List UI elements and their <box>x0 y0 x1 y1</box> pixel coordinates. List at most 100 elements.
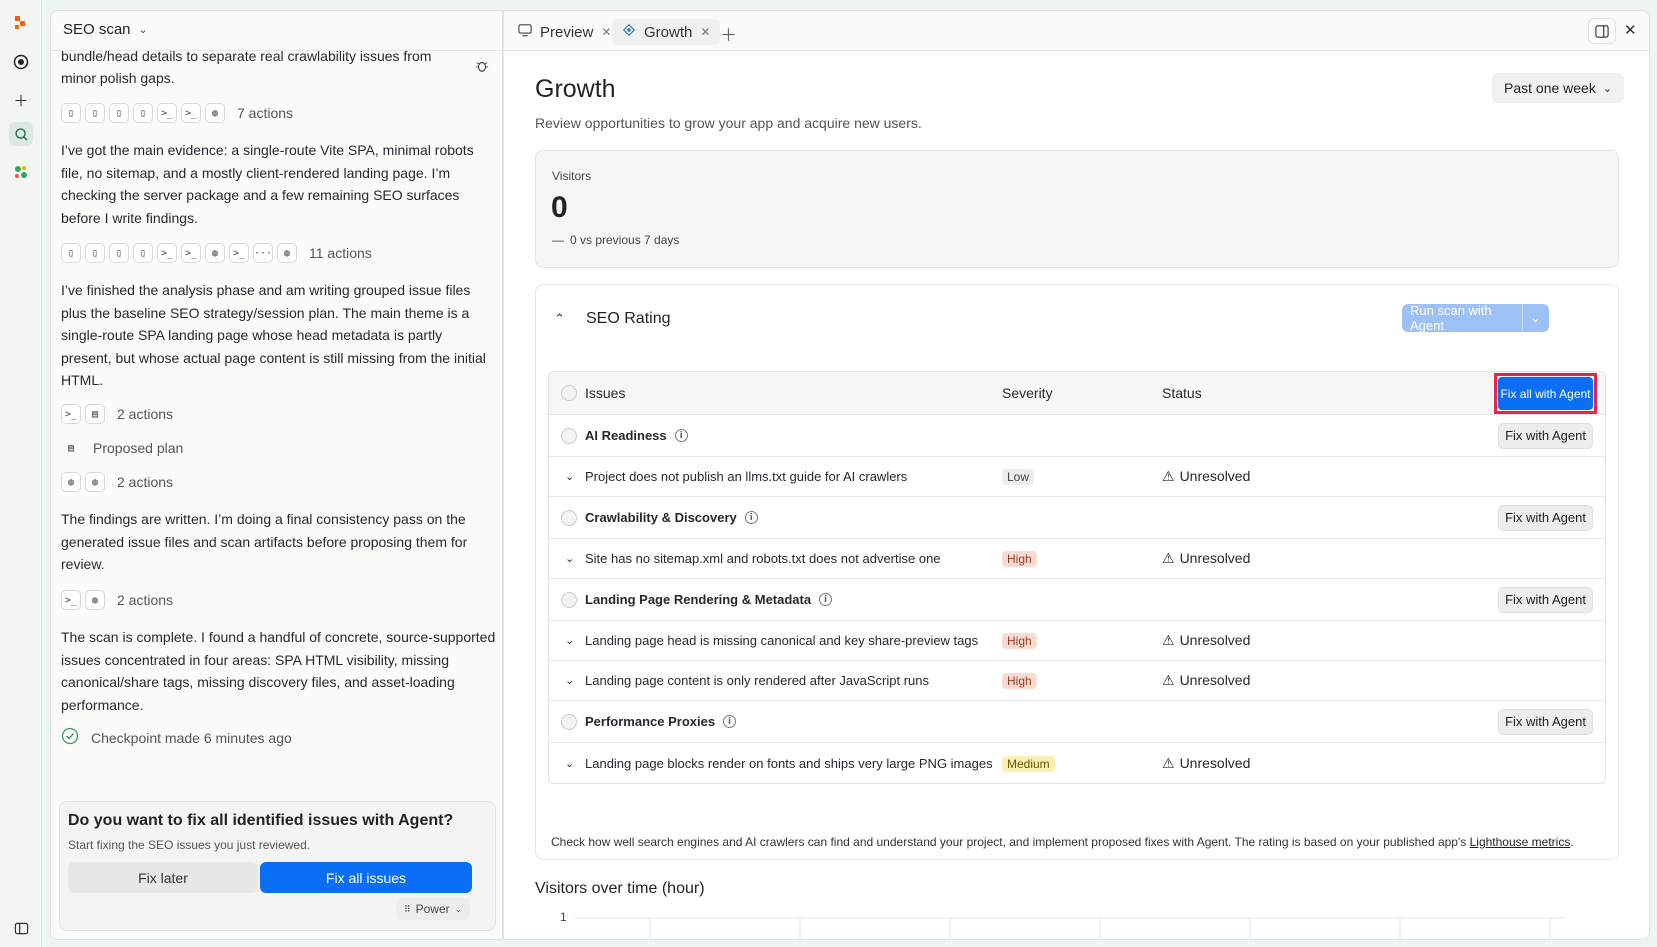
warning-icon: ⚠ <box>1162 468 1175 484</box>
split-view-icon[interactable] <box>1588 18 1616 44</box>
issue-row[interactable]: ⌄ Landing page head is missing canonical… <box>549 621 1605 661</box>
collapse-icon[interactable]: ⌃ <box>554 311 565 327</box>
visitors-chart: 1 <box>535 907 1575 939</box>
tab-preview[interactable]: Preview ✕ <box>508 19 621 45</box>
terminal-icon: >_ <box>157 243 177 263</box>
close-panel-icon[interactable]: ✕ <box>1624 21 1637 39</box>
globe-icon: ◍ <box>277 243 297 263</box>
proposed-plan-label: Proposed plan <box>93 440 184 456</box>
group-checkbox[interactable] <box>561 713 577 730</box>
close-icon[interactable]: ✕ <box>601 25 611 39</box>
book-icon: ▯ <box>133 103 153 123</box>
issue-group-row[interactable]: Crawlability & Discovery i Fix with Agent <box>549 497 1605 539</box>
chevron-down-icon[interactable]: ⌄ <box>565 674 574 687</box>
chevron-down-icon[interactable]: ⌄ <box>565 757 574 770</box>
page-subtitle: Review opportunities to grow your app an… <box>535 115 922 131</box>
chevron-down-icon[interactable]: ⌄ <box>565 470 574 483</box>
run-scan-label: Run scan with Agent <box>1410 303 1492 333</box>
issue-group-row[interactable]: Performance Proxies i Fix with Agent <box>549 701 1605 743</box>
issue-row[interactable]: ⌄ Project does not publish an llms.txt g… <box>549 457 1605 497</box>
column-severity: Severity <box>1002 385 1053 401</box>
info-icon[interactable]: i <box>819 593 833 606</box>
proposed-plan-item[interactable]: ▤ Proposed plan <box>61 438 183 458</box>
chat-panel: SEO scan ⌄ bundle/head details to separa… <box>50 10 503 940</box>
status-cell: ⚠ Unresolved <box>1162 468 1251 484</box>
fix-all-with-agent-button[interactable]: Fix all with Agent <box>1498 377 1593 410</box>
issue-group-row[interactable]: AI Readiness i Fix with Agent <box>549 415 1605 457</box>
issue-title: Project does not publish an llms.txt gui… <box>585 469 908 484</box>
globe-icon: ◍ <box>205 243 225 263</box>
fix-all-issues-button[interactable]: Fix all issues <box>260 862 472 893</box>
chevron-down-icon[interactable]: ⌄ <box>565 552 574 565</box>
issue-row[interactable]: ⌄ Site has no sitemap.xml and robots.txt… <box>549 539 1605 579</box>
chevron-down-icon: ⌄ <box>1602 82 1612 95</box>
book-icon: ▯ <box>109 103 129 123</box>
fix-later-button[interactable]: Fix later <box>68 862 258 893</box>
action-group-5[interactable]: >_ ◍ 2 actions <box>61 590 173 610</box>
info-icon[interactable]: i <box>723 715 737 728</box>
check-circle-icon <box>61 727 79 748</box>
mode-label: Power <box>415 902 450 916</box>
action-group-4[interactable]: ◍ ◍ 2 actions <box>61 472 173 492</box>
search-icon[interactable] <box>9 122 33 146</box>
bug-icon[interactable] <box>475 59 489 76</box>
monitor-icon <box>518 23 532 41</box>
group-checkbox[interactable] <box>561 427 577 444</box>
grid-icon: ⠿ <box>404 903 411 914</box>
checkpoint-row[interactable]: Checkpoint made 6 minutes ago <box>61 727 292 748</box>
column-issues: Issues <box>585 385 626 401</box>
record-icon[interactable] <box>9 50 33 74</box>
action-group-2[interactable]: ▯ ▯ ▯ ▯ >_ >_ ◍ >_ ··· ◍ 11 actions <box>61 243 372 263</box>
chat-title-dropdown[interactable]: SEO scan ⌄ <box>63 21 148 38</box>
seo-issues-table: Issues Severity Status Fix all with Agen… <box>548 371 1606 784</box>
fix-with-agent-button[interactable]: Fix with Agent <box>1498 586 1593 613</box>
issue-row[interactable]: ⌄ Landing page content is only rendered … <box>549 661 1605 701</box>
range-dropdown[interactable]: Past one week ⌄ <box>1492 73 1624 103</box>
fix-prompt-card: Do you want to fix all identified issues… <box>59 801 496 931</box>
new-tab-icon[interactable]: ＋ <box>720 21 737 46</box>
fix-with-agent-button[interactable]: Fix with Agent <box>1498 708 1593 735</box>
fix-with-agent-button[interactable]: Fix with Agent <box>1498 422 1593 449</box>
chevron-down-icon[interactable]: ⌄ <box>1522 304 1548 332</box>
action-count: 11 actions <box>309 245 372 261</box>
y-tick-label: 1 <box>560 910 567 924</box>
globe-icon: ◍ <box>85 472 105 492</box>
message-paragraph: The scan is complete. I found a handful … <box>61 629 496 713</box>
integrations-icon[interactable] <box>9 160 33 184</box>
message-paragraph: I’ve finished the analysis phase and am … <box>61 282 486 388</box>
close-icon[interactable]: ✕ <box>700 25 710 39</box>
mode-selector[interactable]: ⠿ Power ⌄ <box>396 898 471 920</box>
tab-label: Preview <box>540 23 594 41</box>
plus-icon[interactable]: ＋ <box>9 88 33 112</box>
status-cell: ⚠ Unresolved <box>1162 632 1251 648</box>
issue-row[interactable]: ⌄ Landing page blocks render on fonts an… <box>549 743 1605 783</box>
fix-with-agent-button[interactable]: Fix with Agent <box>1498 504 1593 531</box>
fix-prompt-subtitle: Start fixing the SEO issues you just rev… <box>68 838 311 852</box>
info-icon[interactable]: i <box>744 511 758 524</box>
issue-group-row[interactable]: Landing Page Rendering & Metadata i Fix w… <box>549 579 1605 621</box>
info-icon[interactable]: i <box>674 429 688 442</box>
group-checkbox[interactable] <box>561 591 577 608</box>
action-count: 2 actions <box>117 592 174 608</box>
severity-badge: High <box>1002 673 1037 689</box>
action-count: 2 actions <box>117 474 174 490</box>
chevron-down-icon[interactable]: ⌄ <box>565 634 574 647</box>
action-count: 7 actions <box>237 105 294 121</box>
fix-prompt-title: Do you want to fix all identified issues… <box>68 812 454 829</box>
select-all-checkbox[interactable] <box>561 385 577 401</box>
run-scan-button[interactable]: Run scan with Agent ⌄ <box>1402 303 1549 333</box>
group-checkbox[interactable] <box>561 509 577 526</box>
book-icon: ▯ <box>61 243 81 263</box>
group-name: Crawlability & Discovery i <box>585 510 758 525</box>
warning-icon: ⚠ <box>1162 632 1175 648</box>
more-icon: ··· <box>253 243 273 263</box>
terminal-icon: >_ <box>181 243 201 263</box>
range-label: Past one week <box>1504 80 1596 96</box>
message-paragraph: The findings are written. I’m doing a fi… <box>61 511 468 572</box>
status-cell: ⚠ Unresolved <box>1162 754 1251 771</box>
action-group-3[interactable]: >_ ▤ 2 actions <box>61 404 173 424</box>
lighthouse-metrics-link[interactable]: Lighthouse metrics <box>1470 835 1571 849</box>
tab-growth[interactable]: Growth ✕ <box>612 19 721 45</box>
sidebar-toggle-icon[interactable] <box>9 916 33 940</box>
action-group-1[interactable]: ▯ ▯ ▯ ▯ >_ >_ ◍ 7 actions <box>61 103 293 123</box>
